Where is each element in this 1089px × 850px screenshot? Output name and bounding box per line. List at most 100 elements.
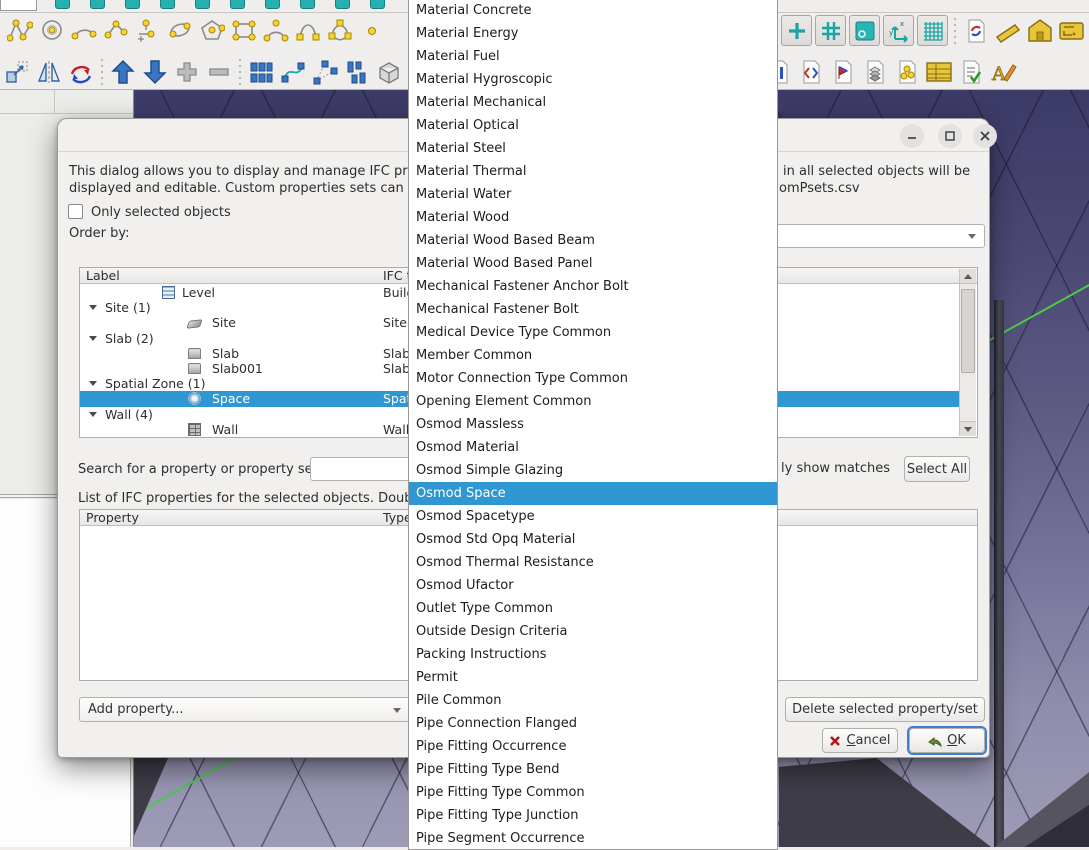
- bspline-periodic-icon[interactable]: [325, 15, 354, 44]
- polar-array-icon[interactable]: [342, 57, 371, 86]
- clipped-icon[interactable]: [160, 0, 175, 9]
- ifc-sync-document-icon[interactable]: [961, 16, 990, 45]
- working-plane-icon[interactable]: xy: [883, 15, 914, 46]
- dropdown-item[interactable]: Medical Device Type Common: [409, 321, 777, 344]
- point-array-icon[interactable]: [310, 57, 339, 86]
- path-array-icon[interactable]: [278, 57, 307, 86]
- clipped-icon[interactable]: [300, 0, 315, 9]
- dropdown-item[interactable]: Material Wood Based Beam: [409, 229, 777, 252]
- dropdown-item[interactable]: Material Mechanical: [409, 91, 777, 114]
- layers-document-icon[interactable]: [860, 57, 889, 86]
- dropdown-item[interactable]: Material Water: [409, 183, 777, 206]
- dropdown-item[interactable]: Osmod Massless: [409, 413, 777, 436]
- dropdown-item[interactable]: Pipe Fitting Type Bend: [409, 758, 777, 781]
- scroll-down-icon[interactable]: [960, 421, 976, 436]
- dropdown-item[interactable]: Osmod Space: [409, 482, 777, 505]
- toggle-construction-icon[interactable]: [781, 15, 812, 46]
- dropdown-item[interactable]: Outside Design Criteria: [409, 620, 777, 643]
- move-up-icon[interactable]: [108, 57, 137, 86]
- clipped-icon[interactable]: [125, 0, 140, 9]
- dropdown-item[interactable]: Pipe Connection Flanged: [409, 712, 777, 735]
- minimize-button[interactable]: [900, 124, 924, 148]
- clipped-icon[interactable]: [195, 0, 210, 9]
- bspline-icon[interactable]: [293, 15, 322, 44]
- select-all-button[interactable]: Select All: [904, 456, 970, 482]
- tree-scrollbar[interactable]: [959, 269, 976, 436]
- checklist-document-icon[interactable]: [956, 57, 985, 86]
- close-button[interactable]: [973, 124, 997, 148]
- clipped-icon[interactable]: [265, 0, 280, 9]
- point-coord-icon[interactable]: [133, 15, 162, 44]
- draft-mirror-icon[interactable]: [34, 57, 63, 86]
- dropdown-item[interactable]: Material Concrete: [409, 0, 777, 22]
- spreadsheet-icon[interactable]: [924, 57, 953, 86]
- spellcheck-icon[interactable]: A: [988, 57, 1017, 86]
- snap-grid-icon[interactable]: [917, 15, 948, 46]
- box-icon[interactable]: [374, 57, 403, 86]
- dropdown-item[interactable]: Mechanical Fastener Bolt: [409, 298, 777, 321]
- dropdown-item[interactable]: Packing Instructions: [409, 643, 777, 666]
- collapse-arrow-icon[interactable]: [89, 381, 97, 386]
- dropdown-item[interactable]: Osmod Thermal Resistance: [409, 551, 777, 574]
- dropdown-item[interactable]: Material Wood Based Panel: [409, 252, 777, 275]
- dropdown-item[interactable]: Pile Common: [409, 689, 777, 712]
- dropdown-item[interactable]: Material Hygroscopic: [409, 68, 777, 91]
- dropdown-item[interactable]: Pipe Fitting Type Common: [409, 781, 777, 804]
- clipped-icon[interactable]: [90, 0, 105, 9]
- nodes-document-icon[interactable]: [892, 57, 921, 86]
- circle-icon[interactable]: [37, 15, 66, 44]
- toolbar-input-stub[interactable]: [0, 0, 37, 11]
- dropdown-item[interactable]: Permit: [409, 666, 777, 689]
- maximize-button[interactable]: [938, 124, 962, 148]
- collapse-arrow-icon[interactable]: [89, 336, 97, 341]
- dropdown-item[interactable]: Motor Connection Type Common: [409, 367, 777, 390]
- dropdown-item[interactable]: Material Steel: [409, 137, 777, 160]
- polyline-short-icon[interactable]: [101, 15, 130, 44]
- dropdown-item[interactable]: Mechanical Fastener Anchor Bolt: [409, 275, 777, 298]
- dropdown-item[interactable]: Osmod Ufactor: [409, 574, 777, 597]
- dropdown-item[interactable]: Opening Element Common: [409, 390, 777, 413]
- pdf-document-icon[interactable]: [828, 57, 857, 86]
- collapse-arrow-icon[interactable]: [89, 305, 97, 310]
- point-icon[interactable]: [357, 15, 386, 44]
- delete-property-button[interactable]: Delete selected property/set: [785, 697, 985, 722]
- dropdown-item[interactable]: Osmod Simple Glazing: [409, 459, 777, 482]
- property-column-header[interactable]: Property: [86, 510, 139, 525]
- bim-panel-icon[interactable]: [1057, 16, 1086, 45]
- dropdown-item[interactable]: Material Optical: [409, 114, 777, 137]
- ellipse-icon[interactable]: [165, 15, 194, 44]
- dropdown-item[interactable]: Osmod Spacetype: [409, 505, 777, 528]
- scrollbar-thumb[interactable]: [961, 289, 975, 373]
- dropdown-item[interactable]: Pipe Fitting Occurrence: [409, 735, 777, 758]
- dropdown-item[interactable]: Material Energy: [409, 22, 777, 45]
- draft-rotate-icon[interactable]: [66, 57, 95, 86]
- dropdown-item[interactable]: Material Thermal: [409, 160, 777, 183]
- polygon-icon[interactable]: [197, 15, 226, 44]
- ok-button[interactable]: OK: [909, 728, 985, 753]
- dropdown-item[interactable]: Outlet Type Common: [409, 597, 777, 620]
- collapse-arrow-icon[interactable]: [89, 412, 97, 417]
- clipped-icon[interactable]: [370, 0, 385, 9]
- draft-scale-icon[interactable]: [2, 57, 31, 86]
- dropdown-item[interactable]: Osmod Material: [409, 436, 777, 459]
- rectangle-icon[interactable]: [229, 15, 258, 44]
- remove-icon[interactable]: [204, 57, 233, 86]
- scroll-up-icon[interactable]: [960, 269, 976, 284]
- wall-3d-edge[interactable]: [994, 300, 1004, 847]
- clipped-icon[interactable]: [335, 0, 350, 9]
- dropdown-item[interactable]: Member Common: [409, 344, 777, 367]
- property-set-dropdown-popup[interactable]: Material ConcreteMaterial EnergyMaterial…: [408, 0, 778, 850]
- move-down-icon[interactable]: [140, 57, 169, 86]
- dropdown-item[interactable]: Pipe Fitting Type Junction: [409, 804, 777, 827]
- cancel-button[interactable]: Cancel: [822, 728, 898, 753]
- bim-ramp-icon[interactable]: [993, 16, 1022, 45]
- arc-icon[interactable]: [69, 15, 98, 44]
- code-document-icon[interactable]: [796, 57, 825, 86]
- dropdown-item[interactable]: Material Fuel: [409, 45, 777, 68]
- toggle-snap-icon[interactable]: [849, 15, 880, 46]
- only-selected-checkbox[interactable]: [68, 204, 83, 219]
- toggle-grid-icon[interactable]: [815, 15, 846, 46]
- dropdown-item[interactable]: Osmod Std Opq Material: [409, 528, 777, 551]
- polyline-icon[interactable]: [5, 15, 34, 44]
- bim-building-icon[interactable]: [1025, 16, 1054, 45]
